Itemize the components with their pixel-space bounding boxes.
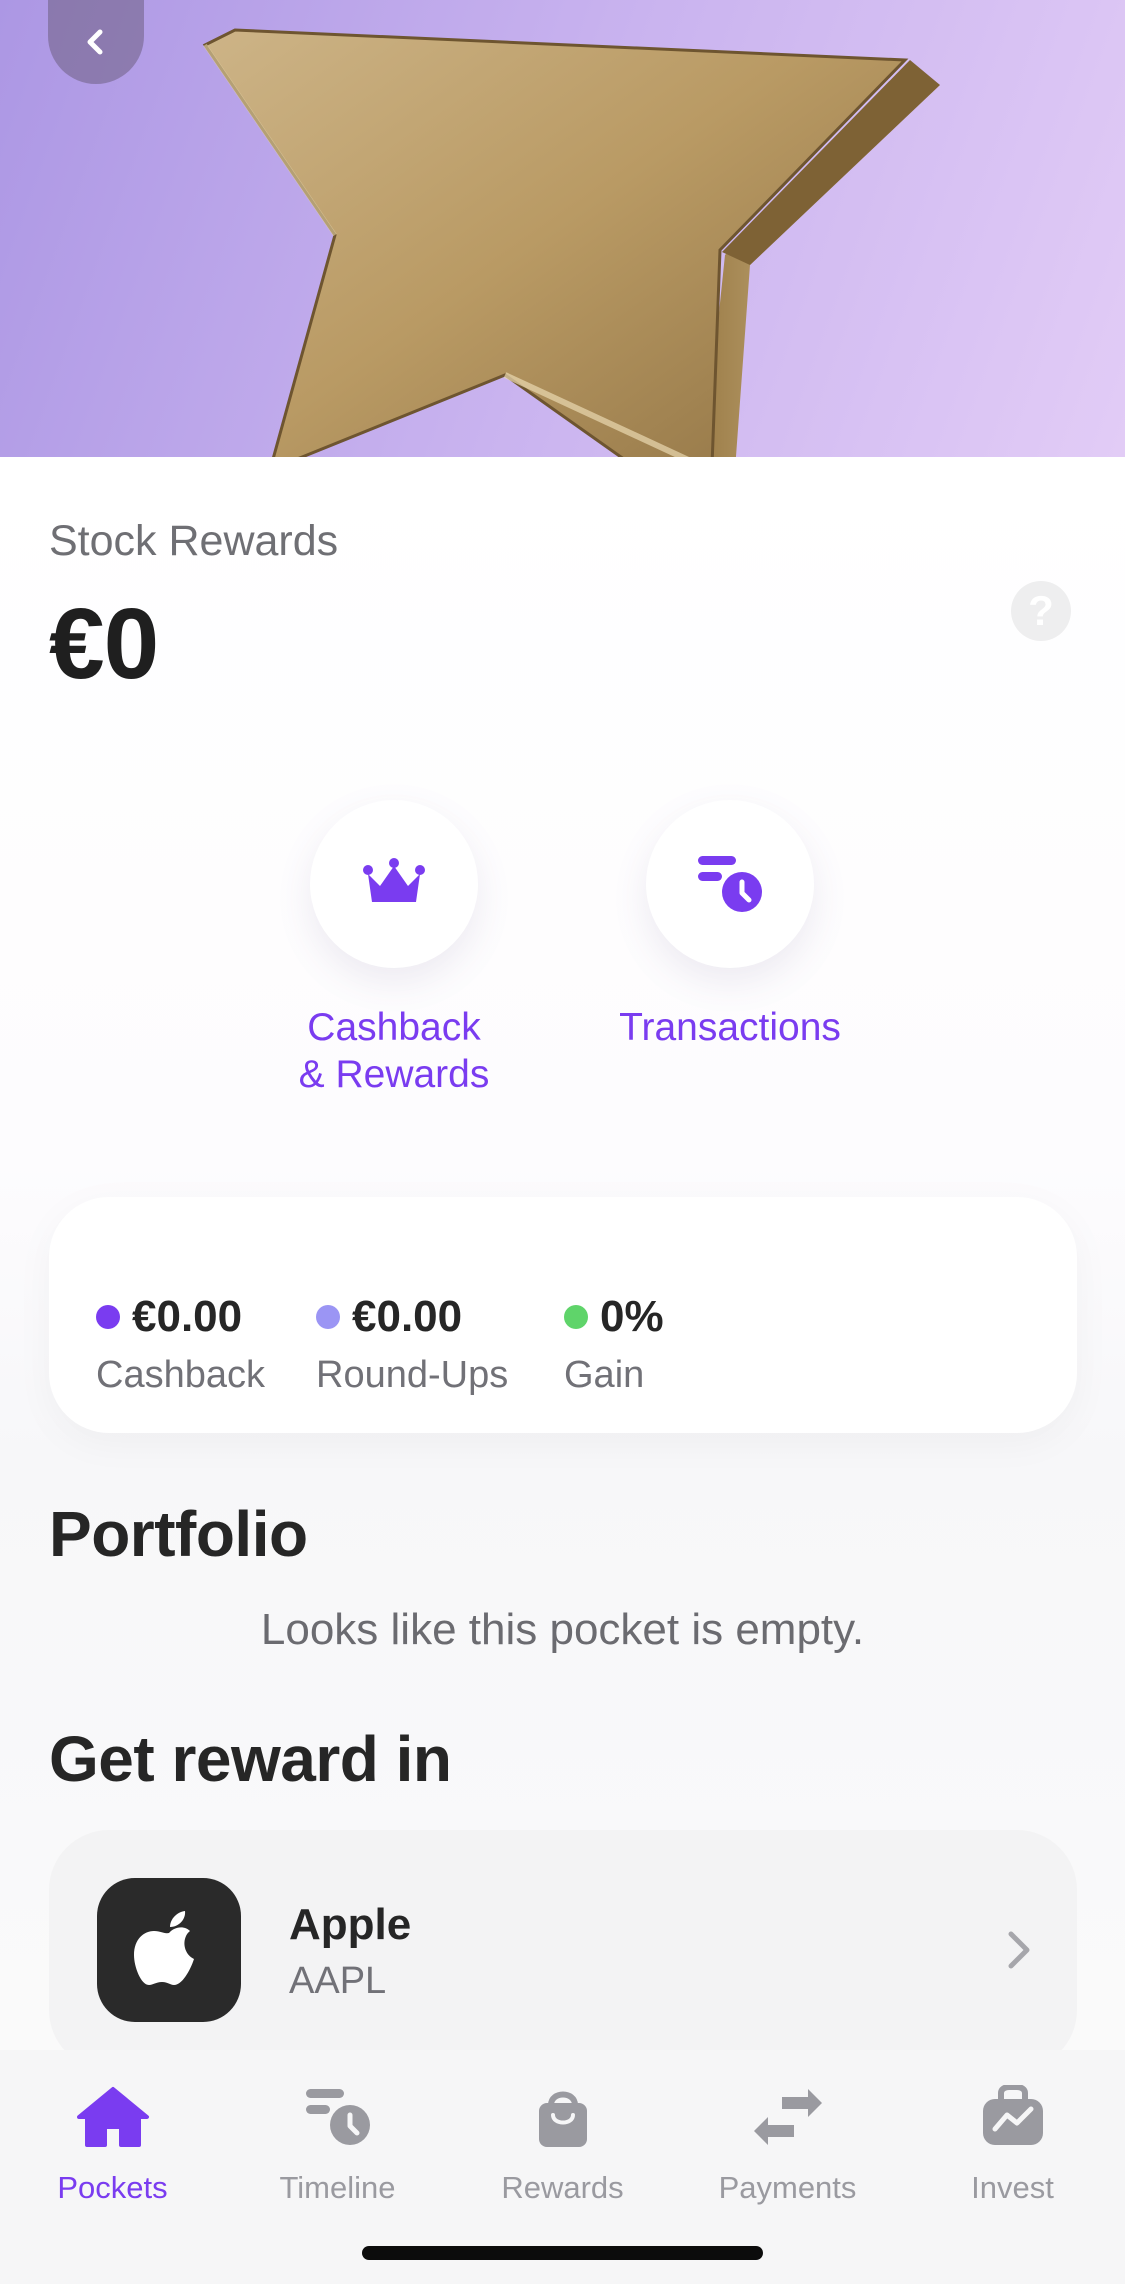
home-icon [76, 2087, 149, 2147]
home-indicator[interactable] [362, 2246, 763, 2260]
gain-label: Gain [564, 1354, 645, 1396]
tab-timeline[interactable]: Timeline [225, 2072, 450, 2206]
cashback-rewards-label: Cashback & Rewards [298, 1006, 490, 1096]
tab-rewards-label: Rewards [501, 2170, 624, 2205]
reward-name: Apple [289, 1900, 412, 1949]
round-ups-label: Round-Ups [316, 1354, 509, 1396]
reward-ticker: AAPL [289, 1960, 387, 2002]
apple-logo-tile [97, 1878, 241, 2022]
cashback-rewards-circle[interactable] [310, 800, 478, 968]
help-icon[interactable]: ? [1011, 581, 1071, 641]
balance-label: Stock Rewards [49, 517, 339, 565]
portfolio-title: Portfolio [49, 1498, 308, 1570]
transactions-circle[interactable] [646, 800, 814, 968]
gain-value: 0% [600, 1292, 664, 1341]
briefcase-chart-icon [982, 2085, 1043, 2145]
crown-icon [363, 858, 425, 902]
tab-payments-label: Payments [718, 2170, 857, 2205]
cashback-value: €0.00 [132, 1292, 243, 1341]
shopping-bag-icon [538, 2091, 587, 2147]
apple-logo-icon [134, 1911, 194, 1985]
chevron-right-icon [1008, 1931, 1030, 1969]
gain-dot [564, 1305, 588, 1329]
round-ups-dot [316, 1305, 340, 1329]
timeline-icon [305, 2089, 370, 2145]
stat-gain: 0% Gain [564, 1292, 664, 1397]
hero-banner [0, 0, 1125, 457]
stats-card: €0.00 Cashback €0.00 Round-Ups 0% Gain [49, 1197, 1077, 1433]
reward-item-apple[interactable]: Apple AAPL [49, 1830, 1077, 2070]
tab-timeline-label: Timeline [279, 2170, 396, 2205]
stat-cashback: €0.00 Cashback [96, 1292, 265, 1397]
transactions-button[interactable]: Transactions [600, 800, 860, 1051]
transactions-label: Transactions [619, 1006, 841, 1049]
tab-pockets[interactable]: Pockets [0, 2072, 225, 2206]
gold-star-image [202, 28, 940, 457]
portfolio-empty-text: Looks like this pocket is empty. [260, 1605, 865, 1654]
tab-rewards[interactable]: Rewards [450, 2072, 675, 2206]
stat-round-ups: €0.00 Round-Ups [316, 1292, 508, 1397]
cashback-dot [96, 1305, 120, 1329]
chevron-left-icon [87, 29, 103, 55]
tab-payments[interactable]: Payments [675, 2072, 900, 2206]
get-reward-title: Get reward in [49, 1723, 452, 1795]
tab-invest[interactable]: Invest [900, 2072, 1125, 2206]
round-ups-value: €0.00 [352, 1292, 463, 1341]
cashback-rewards-button[interactable]: Cashback & Rewards [264, 800, 524, 1098]
cashback-label: Cashback [96, 1354, 265, 1396]
tab-invest-label: Invest [971, 2170, 1054, 2205]
balance-amount: €0 [49, 588, 159, 700]
pocket-content: Stock Rewards €0 ? Cashback & Rewards Tr… [0, 457, 1125, 2070]
tab-pockets-label: Pockets [57, 2170, 168, 2205]
list-clock-icon [698, 856, 762, 912]
transfer-arrows-icon [753, 2089, 822, 2145]
